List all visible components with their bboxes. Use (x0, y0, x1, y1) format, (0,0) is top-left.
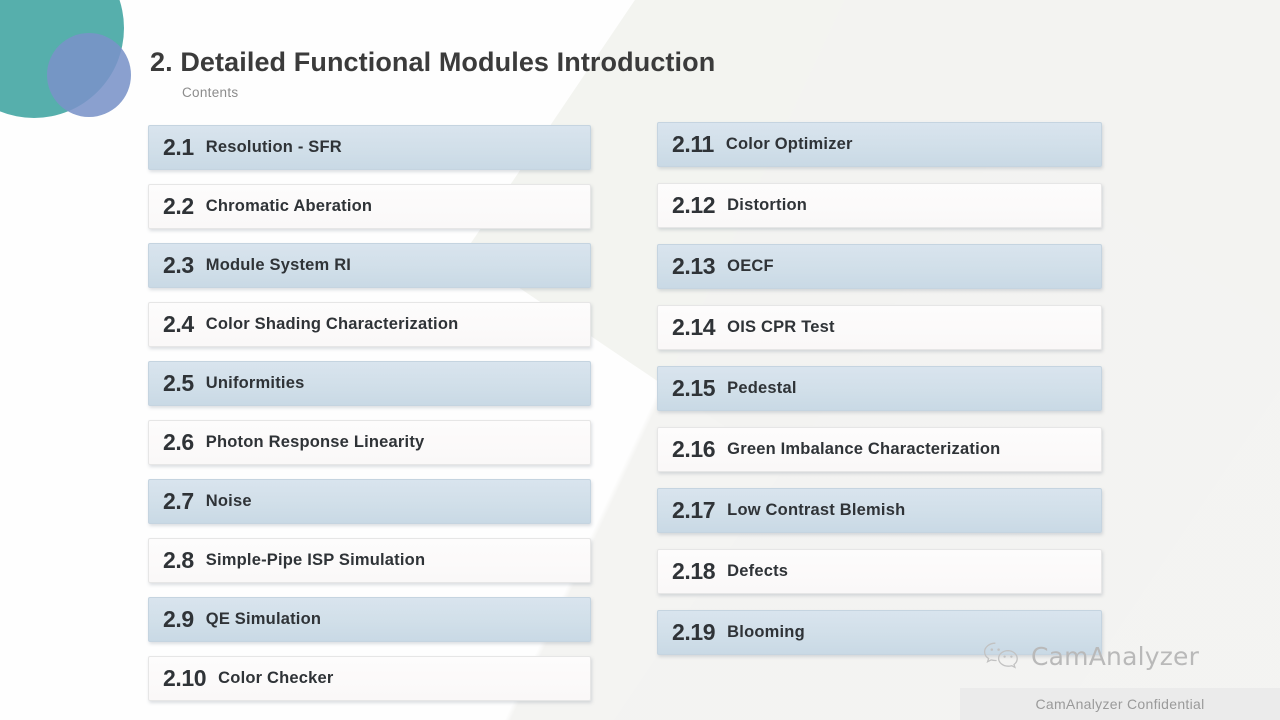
toc-item[interactable]: 2.17 Low Contrast Blemish (657, 488, 1102, 533)
toc-item-number: 2.11 (672, 131, 714, 157)
toc-item-number: 2.8 (163, 547, 194, 573)
toc-item-number: 2.14 (672, 314, 716, 340)
toc-item-label: Resolution - SFR (205, 138, 342, 156)
toc-item-label: Color Shading Characterization (205, 315, 459, 333)
toc-item-number: 2.18 (672, 558, 716, 584)
toc-item[interactable]: 2.11 Color Optimizer (657, 122, 1102, 167)
slide-heading: 2. Detailed Functional Modules Introduct… (150, 47, 716, 100)
toc-item-label: Photon Response Linearity (205, 433, 425, 451)
toc-item-number: 2.9 (163, 606, 194, 632)
toc-item-label: Green Imbalance Characterization (727, 440, 1001, 458)
toc-item-label: Low Contrast Blemish (727, 501, 906, 519)
toc-item-number: 2.7 (163, 488, 194, 514)
wechat-icon (982, 640, 1022, 672)
toc-item-number: 2.2 (163, 193, 194, 219)
toc-item-number: 2.5 (163, 370, 194, 396)
toc-item-number: 2.10 (163, 665, 207, 691)
toc-item-number: 2.15 (672, 375, 716, 401)
toc-item[interactable]: 2.4 Color Shading Characterization (148, 302, 591, 347)
toc-column-left: 2.1 Resolution - SFR 2.2 Chromatic Aberatio… (148, 125, 591, 701)
page-subtitle: Contents (182, 84, 239, 100)
toc-item[interactable]: 2.1 Resolution - SFR (148, 125, 591, 170)
toc-item-label: Distortion (727, 196, 808, 214)
toc-item[interactable]: 2.15 Pedestal (657, 366, 1102, 411)
toc-item-label: OIS CPR Test (727, 318, 835, 336)
toc-item-label: Blooming (727, 623, 805, 641)
toc-item-number: 2.6 (163, 429, 194, 455)
toc-item[interactable]: 2.14 OIS CPR Test (657, 305, 1102, 350)
toc-item-number: 2.17 (672, 497, 716, 523)
toc-item-label: QE Simulation (205, 610, 322, 628)
toc-item-label: Chromatic Aberation (205, 197, 373, 215)
toc-item-number: 2.4 (163, 311, 194, 337)
toc-item-label: Uniformities (205, 374, 305, 392)
toc-item-number: 2.19 (672, 619, 716, 645)
toc-item-label: Color Checker (218, 669, 334, 687)
toc-item-label: Simple-Pipe ISP Simulation (205, 551, 426, 569)
toc-item[interactable]: 2.9 QE Simulation (148, 597, 591, 642)
toc-item[interactable]: 2.18 Defects (657, 549, 1102, 594)
page-title: 2. Detailed Functional Modules Introduct… (150, 47, 716, 77)
watermark: CamAnalyzer (982, 640, 1199, 672)
toc-item-label: Pedestal (727, 379, 797, 397)
toc-item-number: 2.12 (672, 192, 716, 218)
confidential-label: CamAnalyzer Confidential (1035, 696, 1205, 712)
slide-canvas: 2. Detailed Functional Modules Introduct… (0, 0, 1280, 720)
brand-name: CamAnalyzer (1031, 641, 1200, 671)
toc-item[interactable]: 2.12 Distortion (657, 183, 1102, 228)
decorative-blue-circle (47, 33, 131, 117)
toc-item-number: 2.3 (163, 252, 194, 278)
toc-item-label: OECF (727, 257, 774, 275)
toc-item-label: Module System RI (205, 256, 352, 274)
toc-item[interactable]: 2.3 Module System RI (148, 243, 591, 288)
toc-item-number: 2.13 (672, 253, 716, 279)
toc-item[interactable]: 2.10 Color Checker (148, 656, 591, 701)
toc-item[interactable]: 2.6 Photon Response Linearity (148, 420, 591, 465)
toc-item[interactable]: 2.8 Simple-Pipe ISP Simulation (148, 538, 591, 583)
toc-item-number: 2.16 (672, 436, 716, 462)
toc-item-label: Defects (727, 562, 789, 580)
toc-item[interactable]: 2.13 OECF (657, 244, 1102, 289)
toc-item[interactable]: 2.16 Green Imbalance Characterization (657, 427, 1102, 472)
toc-item-label: Color Optimizer (725, 135, 853, 153)
toc-item[interactable]: 2.5 Uniformities (148, 361, 591, 406)
toc-item[interactable]: 2.7 Noise (148, 479, 591, 524)
toc-item[interactable]: 2.2 Chromatic Aberation (148, 184, 591, 229)
toc-item-number: 2.1 (163, 134, 194, 160)
toc-column-right: 2.11 Color Optimizer 2.12 Distortion 2.13 OEC… (657, 122, 1102, 655)
toc-item-label: Noise (205, 492, 252, 510)
